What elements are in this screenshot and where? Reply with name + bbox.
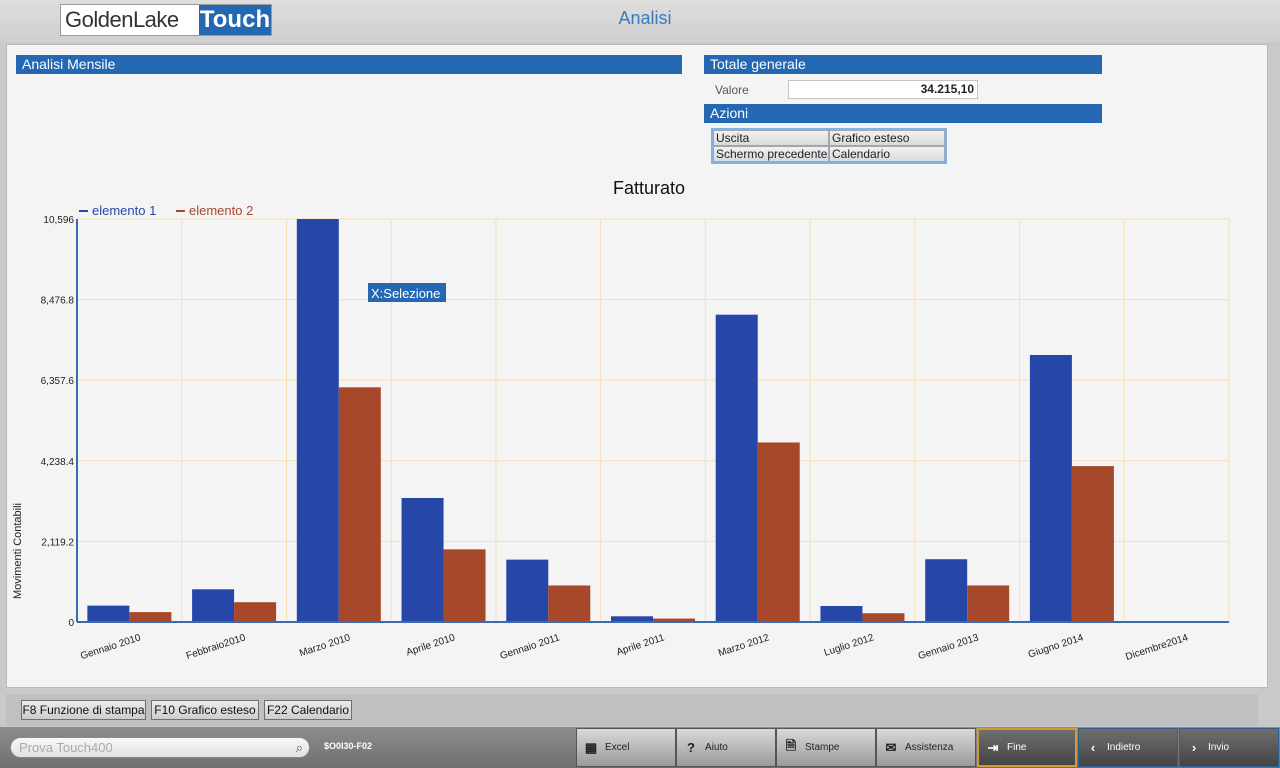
- actions-grid: Uscita Grafico esteso Schermo precedente…: [711, 128, 947, 164]
- bar: [87, 605, 130, 622]
- bar: [443, 549, 486, 622]
- stampe-label: Stampe: [805, 742, 840, 753]
- indietro-button[interactable]: ‹ Indietro: [1078, 728, 1178, 767]
- aiuto-button[interactable]: ? Aiuto: [676, 728, 776, 767]
- x-tick-label: Gennaio 2013: [917, 632, 981, 662]
- bar: [338, 387, 381, 622]
- bar: [548, 585, 591, 622]
- bar: [129, 612, 172, 622]
- uscita-button[interactable]: Uscita: [713, 130, 829, 146]
- bar: [192, 589, 235, 622]
- search-icon[interactable]: ⌕: [296, 738, 303, 757]
- bar: [715, 314, 758, 622]
- f8-print-button[interactable]: F8 Funzione di stampa: [21, 700, 146, 720]
- valore-field: 34.215,10: [788, 80, 978, 99]
- fine-button[interactable]: ⇥ Fine: [977, 728, 1077, 767]
- stampe-button[interactable]: 🗎 Stampe: [776, 728, 876, 767]
- bar: [234, 602, 277, 622]
- y-tick-label: 0: [68, 618, 74, 629]
- excel-label: Excel: [605, 742, 630, 753]
- fine-label: Fine: [1007, 742, 1027, 753]
- page-title: Analisi: [618, 8, 672, 28]
- search-input[interactable]: Prova Touch400 ⌕: [10, 737, 310, 758]
- program-code: $O0I30-F02: [324, 741, 373, 751]
- excel-button[interactable]: ▦ Excel: [576, 728, 676, 767]
- logo-touch: Touch: [199, 5, 271, 35]
- y-tick-label: 2,119.2: [41, 537, 74, 548]
- legend-label: elemento 1: [92, 203, 156, 218]
- bar: [296, 219, 339, 622]
- y-tick-label: 10,596: [43, 215, 74, 226]
- chevron-right-icon: ›: [1191, 740, 1197, 755]
- assistenza-label: Assistenza: [905, 742, 954, 753]
- x-tick-label: Gennaio 2010: [79, 632, 143, 662]
- bar: [401, 498, 444, 622]
- chart-title: Fatturato: [613, 178, 685, 198]
- x-tick-label: Marzo 2012: [717, 632, 771, 659]
- totale-generale-header: Totale generale: [704, 55, 1102, 74]
- invio-label: Invio: [1208, 742, 1230, 753]
- f22-calendario-button[interactable]: F22 Calendario: [264, 700, 352, 720]
- bar: [1071, 466, 1114, 622]
- assistenza-button[interactable]: ✉ Assistenza: [876, 728, 976, 767]
- f10-grafico-button[interactable]: F10 Grafico esteso: [151, 700, 259, 720]
- bar: [757, 442, 800, 622]
- fatturato-chart[interactable]: Fatturato elemento 1 elemento 2 0 2,119.2 4,2…: [7, 45, 1269, 689]
- analisi-mensile-header: Analisi Mensile: [16, 55, 682, 74]
- document-icon: 🗎: [785, 737, 797, 753]
- main-panel: Fatturato elemento 1 elemento 2 0 2,119.2 4,2…: [6, 44, 1268, 688]
- selection-tooltip: X:Selezione: [371, 286, 440, 301]
- azioni-header: Azioni: [704, 104, 1102, 123]
- grafico-esteso-button[interactable]: Grafico esteso: [829, 130, 945, 146]
- x-tick-label: Dicembre2014: [1124, 632, 1190, 663]
- calendario-button[interactable]: Calendario: [829, 146, 945, 162]
- top-bar: GoldenLake Touch Analisi: [0, 0, 1280, 42]
- x-tick-label: Febbraio2010: [185, 632, 248, 662]
- goldenlake-logo: GoldenLake Touch: [60, 4, 272, 36]
- y-tick-label: 8,476.8: [41, 296, 75, 307]
- y-tick-label: 6,357.6: [41, 376, 75, 387]
- invio-button[interactable]: › Invio: [1179, 728, 1279, 767]
- x-tick-label: Gennaio 2011: [499, 632, 562, 662]
- x-tick-label: Luglio 2012: [823, 632, 876, 659]
- bar: [820, 606, 863, 622]
- bar: [925, 559, 968, 622]
- x-tick-label: Giugno 2014: [1027, 632, 1085, 660]
- legend-label: elemento 2: [189, 203, 253, 218]
- grid-icon: ▦: [584, 739, 598, 755]
- mail-icon: ✉: [885, 739, 897, 755]
- bar: [862, 613, 905, 622]
- chevron-left-icon: ‹: [1090, 740, 1096, 755]
- x-tick-label: Marzo 2010: [298, 632, 352, 659]
- aiuto-label: Aiuto: [705, 742, 728, 753]
- y-axis-label: Movimenti Contabili: [12, 503, 24, 599]
- bar: [506, 559, 549, 622]
- exit-icon: ⇥: [987, 739, 999, 755]
- function-keys-bar: F8 Funzione di stampa F10 Grafico esteso…: [6, 694, 1258, 726]
- logo-text: GoldenLake: [61, 5, 199, 35]
- x-tick-label: Aprile 2011: [615, 632, 666, 658]
- x-tick-label: Aprile 2010: [405, 632, 457, 658]
- schermo-precedente-button[interactable]: Schermo precedente: [713, 146, 829, 162]
- search-placeholder: Prova Touch400: [19, 740, 113, 755]
- indietro-label: Indietro: [1107, 742, 1141, 753]
- y-tick-label: 4,238.4: [41, 457, 75, 468]
- valore-label: Valore: [715, 83, 749, 97]
- bottom-bar: Prova Touch400 ⌕ $O0I30-F02 ▦ Excel ? Aiut…: [0, 727, 1280, 768]
- question-icon: ?: [687, 740, 695, 755]
- bar: [967, 585, 1010, 622]
- bar: [1029, 355, 1072, 622]
